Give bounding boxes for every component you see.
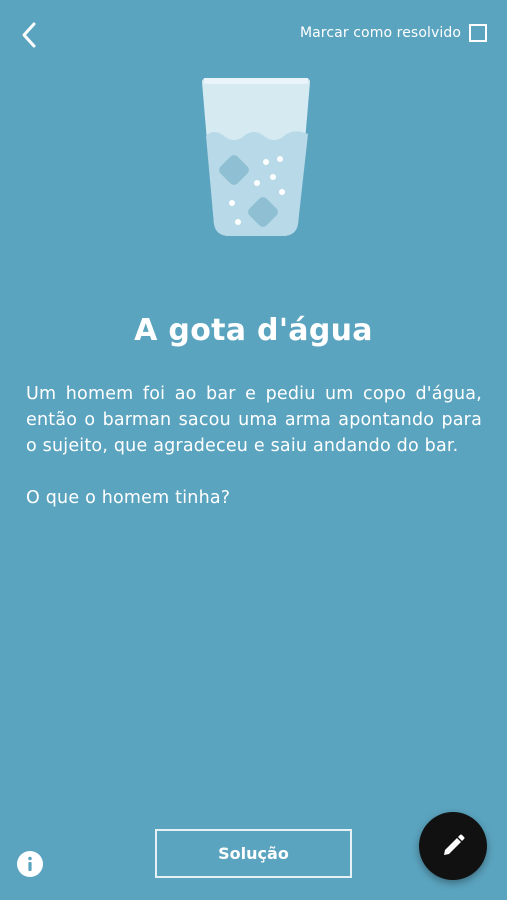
puzzle-title: A gota d'água — [134, 313, 373, 348]
info-button[interactable] — [17, 851, 43, 877]
back-button[interactable] — [12, 18, 46, 52]
edit-fab-button[interactable] — [419, 812, 487, 880]
pencil-icon — [444, 834, 465, 855]
puzzle-text: Um homem foi ao bar e pediu um copo d'ág… — [26, 381, 482, 511]
puzzle-statement: Um homem foi ao bar e pediu um copo d'ág… — [26, 384, 482, 456]
mark-resolved-toggle[interactable]: Marcar como resolvido — [300, 24, 487, 42]
water-glass-icon — [202, 78, 310, 236]
mark-resolved-label: Marcar como resolvido — [299, 25, 461, 41]
solution-button[interactable]: Solução — [155, 829, 352, 878]
puzzle-question: O que o homem tinha? — [26, 488, 231, 508]
mark-resolved-checkbox[interactable] — [469, 24, 487, 42]
chevron-left-icon — [22, 22, 36, 48]
info-icon — [28, 856, 32, 871]
